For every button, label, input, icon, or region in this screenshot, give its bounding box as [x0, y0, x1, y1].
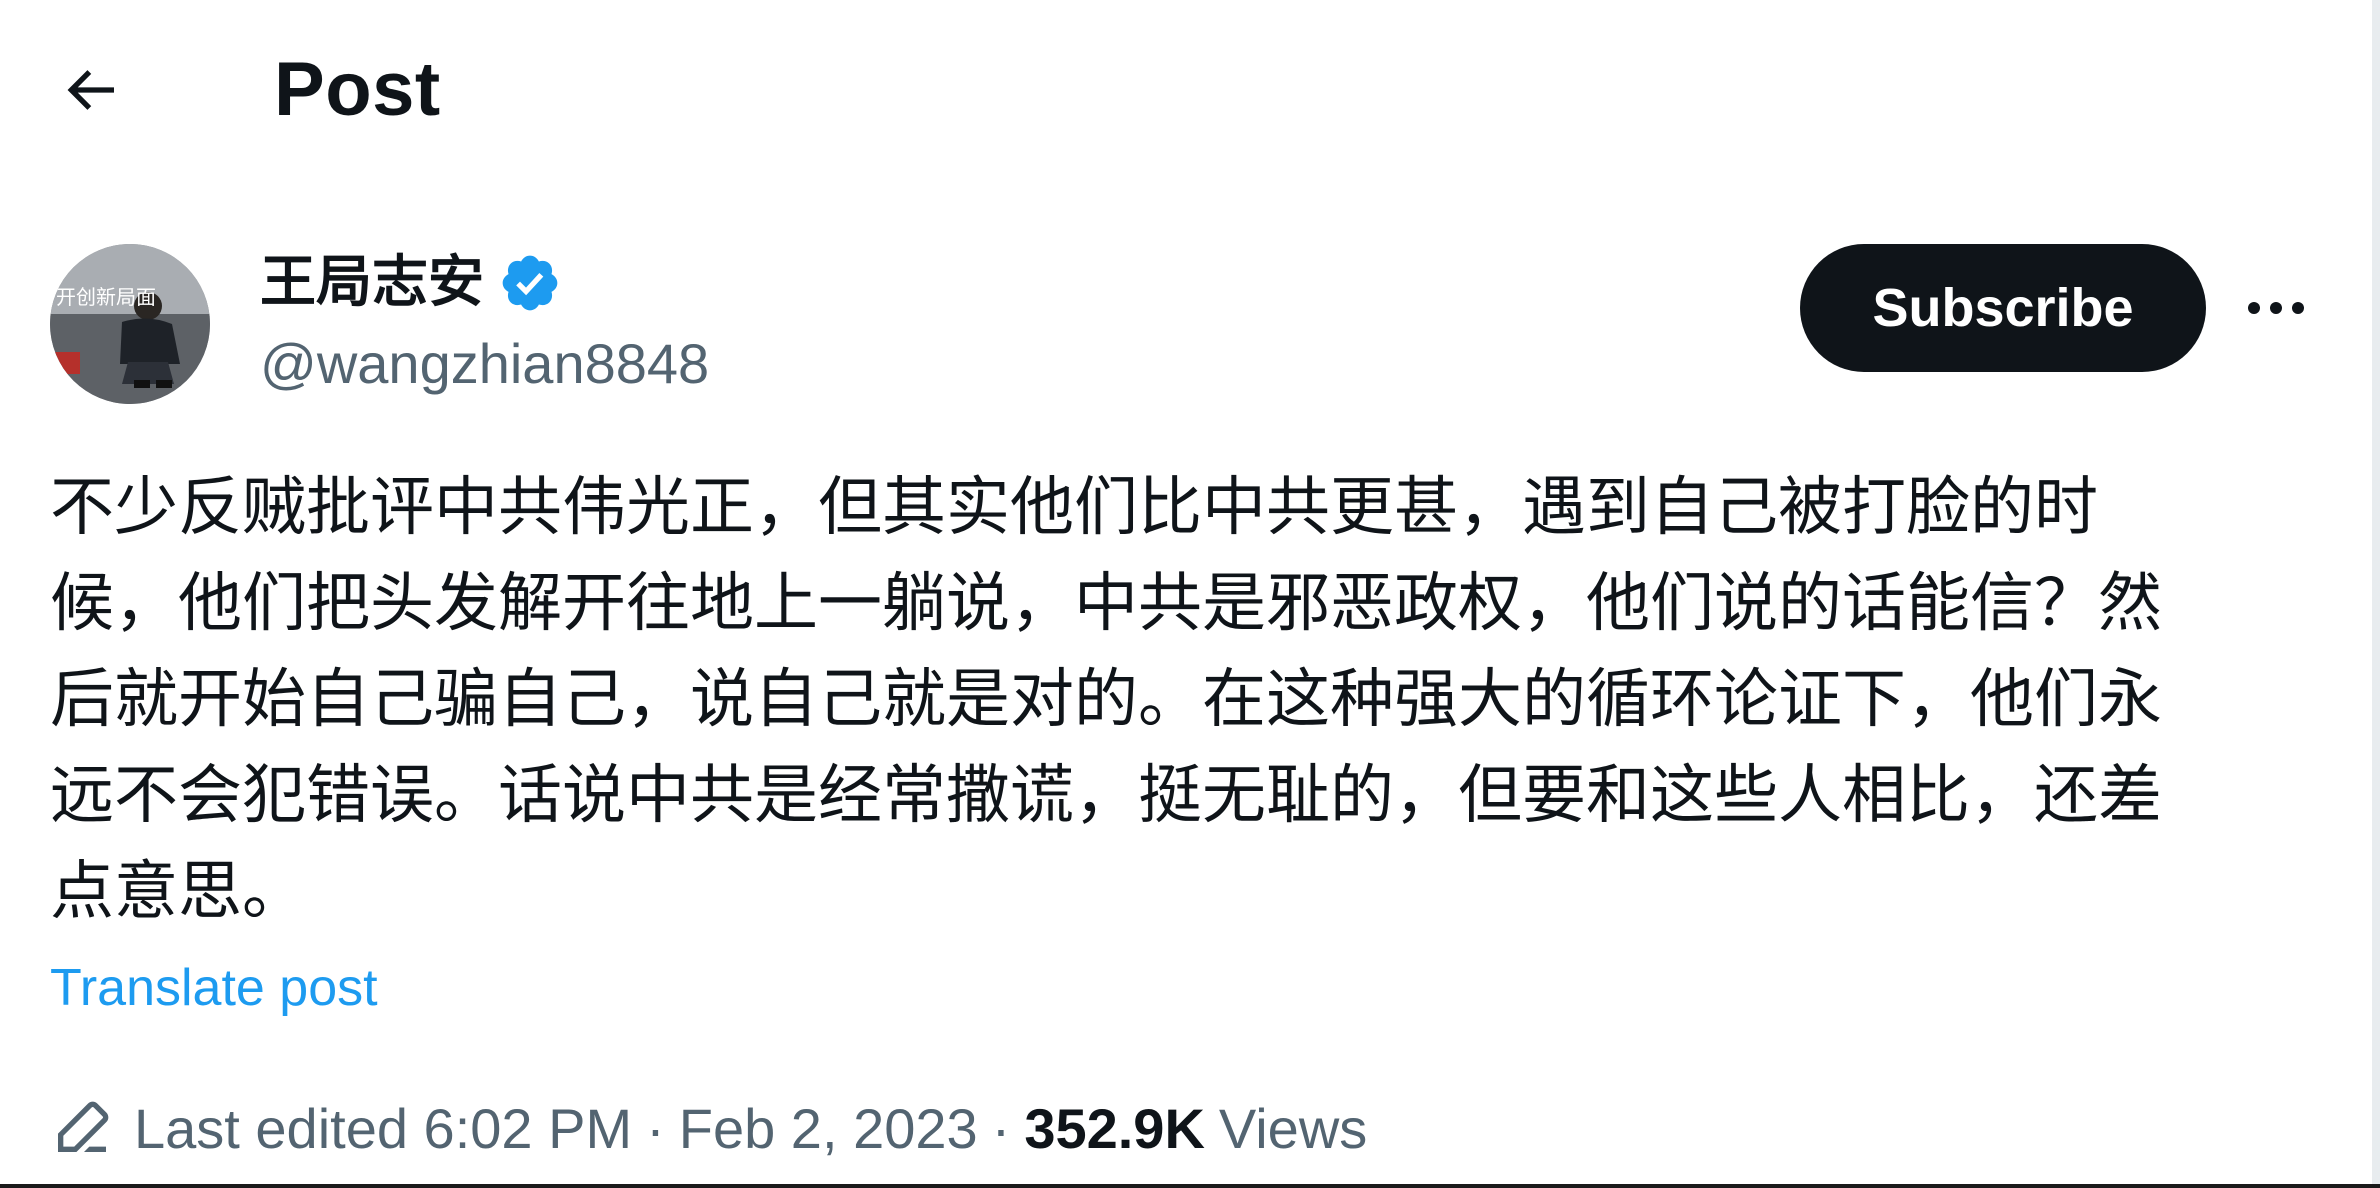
page-title: Post	[274, 47, 441, 132]
scrollbar-edge	[2372, 0, 2380, 1188]
post-meta: Last edited 6:02 PM · Feb 2, 2023 · 352.…	[50, 1088, 1367, 1168]
views-label: Views	[1218, 1096, 1368, 1160]
pencil-icon[interactable]	[50, 1096, 114, 1160]
meta-separator: ·	[646, 1096, 665, 1160]
post-page: Post 开创新局面 王局志安 @wangzhian8848 Subscribe	[0, 0, 2380, 1188]
display-name[interactable]: 王局志安	[260, 244, 484, 322]
more-horizontal-icon	[2244, 298, 2308, 318]
arrow-left-icon	[58, 58, 122, 127]
post-date[interactable]: Feb 2, 2023	[679, 1096, 978, 1161]
views-count: 352.9K	[1024, 1096, 1205, 1160]
back-button[interactable]	[40, 42, 140, 142]
more-options-button[interactable]	[2232, 264, 2320, 352]
avatar[interactable]: 开创新局面	[50, 244, 210, 404]
last-edited-time[interactable]: Last edited 6:02 PM	[134, 1096, 632, 1161]
avatar-overlay-text: 开创新局面	[56, 285, 156, 309]
user-handle[interactable]: @wangzhian8848	[260, 326, 709, 402]
bottom-border	[0, 1184, 2380, 1188]
meta-separator: ·	[991, 1096, 1011, 1160]
verified-badge-icon[interactable]	[498, 251, 562, 315]
display-name-row[interactable]: 王局志安	[260, 244, 562, 322]
translate-post-link[interactable]: Translate post	[50, 950, 378, 1026]
post-text: 不少反贼批评中共伟光正，但其实他们比中共更甚，遇到自己被打脸的时 候，他们把头发…	[50, 471, 2162, 929]
subscribe-button[interactable]: Subscribe	[1800, 244, 2206, 372]
